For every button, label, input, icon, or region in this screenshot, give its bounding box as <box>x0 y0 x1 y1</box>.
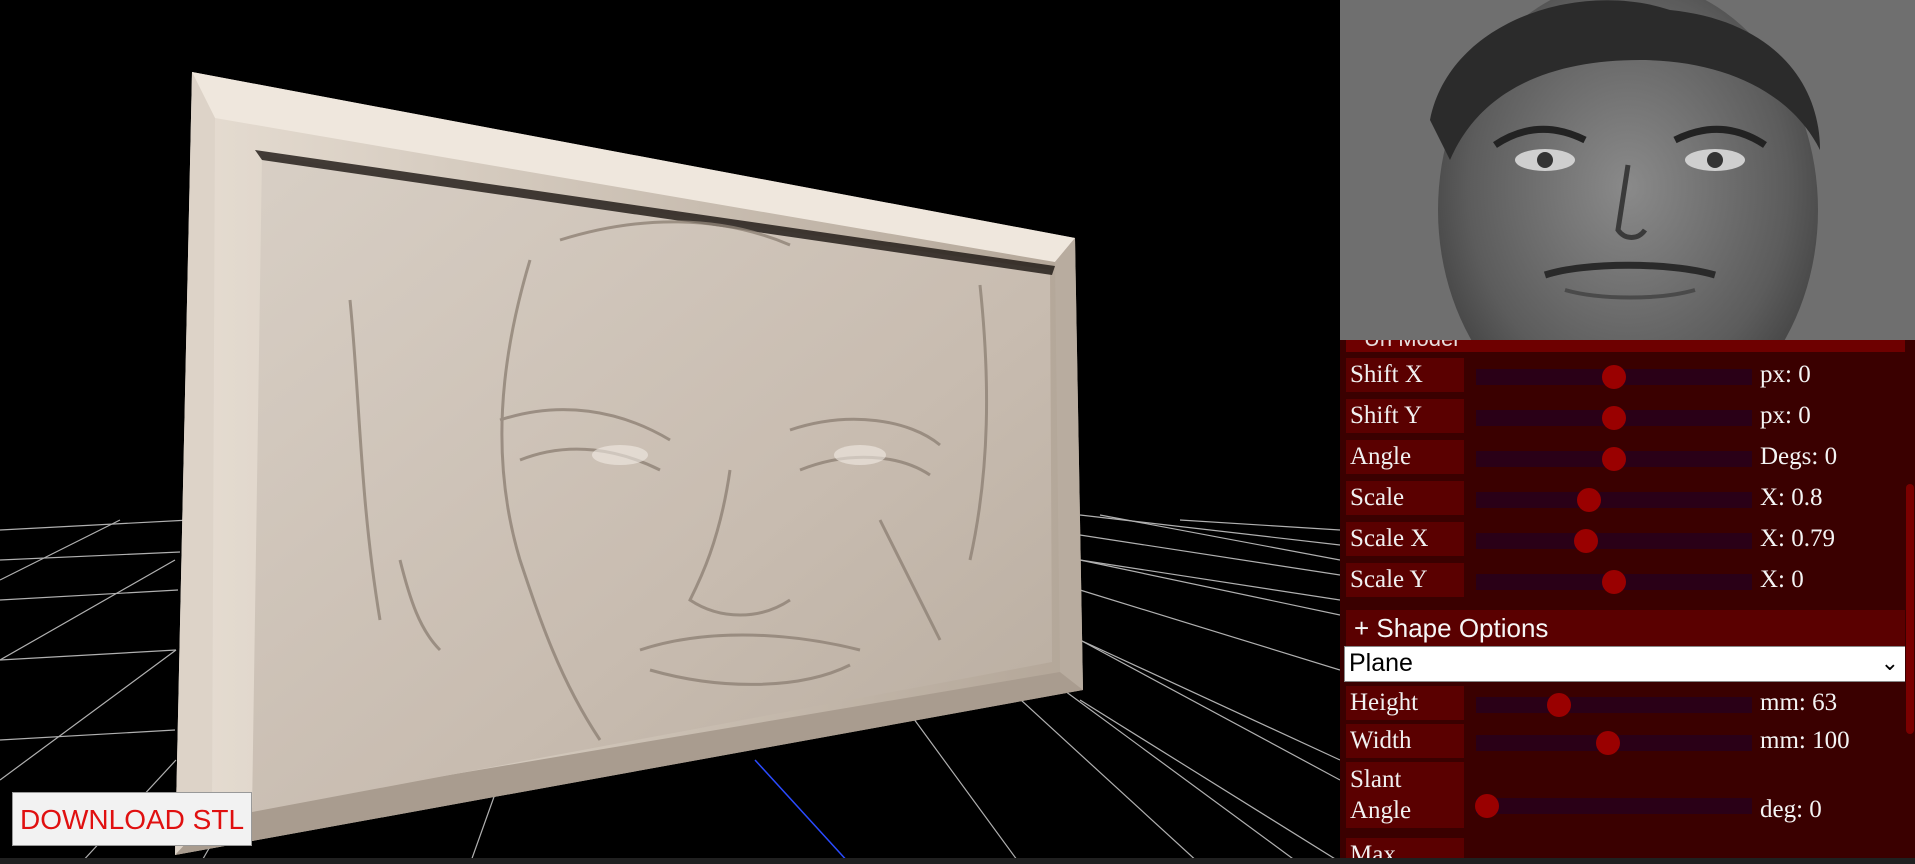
slider-track[interactable] <box>1476 529 1752 553</box>
slider-label: Slant Angle <box>1346 762 1464 828</box>
3d-scene <box>0 72 1340 864</box>
slider-value: px: 0 <box>1760 402 1811 429</box>
slider-thumb[interactable] <box>1602 406 1626 430</box>
slider-label: Scale <box>1346 481 1464 515</box>
slider-track[interactable] <box>1475 794 1752 818</box>
download-stl-button[interactable]: DOWNLOAD STL <box>12 792 252 846</box>
slider-thumb[interactable] <box>1602 447 1626 471</box>
slider-thumb[interactable] <box>1602 365 1626 389</box>
slider-value: X: 0 <box>1760 566 1804 593</box>
portrait-image <box>1340 0 1915 340</box>
slider-track[interactable] <box>1476 406 1752 430</box>
slider-value: px: 0 <box>1760 361 1811 388</box>
shape-select-value: Plane <box>1349 649 1413 677</box>
slider-track[interactable] <box>1476 693 1752 717</box>
slider-thumb[interactable] <box>1475 794 1500 818</box>
slider-track[interactable] <box>1476 365 1752 389</box>
slider-label: Shift Y <box>1346 399 1464 433</box>
slider-value: mm: 100 <box>1760 727 1850 754</box>
slider-thumb[interactable] <box>1577 488 1602 512</box>
axis-line <box>754 759 851 864</box>
slider-thumb[interactable] <box>1602 570 1626 594</box>
slider-label: Scale X <box>1346 522 1464 556</box>
model-section-header[interactable]: Un Model <box>1346 340 1906 352</box>
slider-row: Width mm: 100 <box>1346 724 1906 762</box>
side-panel: Un Model Shift X px: 0 Shift Y px: 0 Angle De… <box>1340 0 1915 864</box>
slider-track[interactable] <box>1476 570 1752 594</box>
bottom-strip <box>0 858 1915 864</box>
slider-value: mm: 63 <box>1760 689 1838 716</box>
slider-row: Height mm: 63 <box>1346 686 1906 724</box>
slider-row: Scale Y X: 0 <box>1346 563 1906 601</box>
slider-row: Shift Y px: 0 <box>1346 399 1906 437</box>
slider-row: Angle Degs: 0 <box>1346 440 1906 478</box>
slider-row: Scale X: 0.8 <box>1346 481 1906 519</box>
slider-label: Shift X <box>1346 358 1464 392</box>
panel-scrollbar[interactable] <box>1905 340 1915 864</box>
scrollbar-thumb[interactable] <box>1906 484 1914 734</box>
slider-label: Height <box>1346 686 1464 720</box>
source-image-preview <box>1340 0 1915 340</box>
slider-thumb[interactable] <box>1596 731 1621 755</box>
3d-viewport[interactable]: DOWNLOAD STL <box>0 0 1340 864</box>
slider-value: deg: 0 <box>1760 796 1822 823</box>
slider-row: Slant Angle deg: 0 <box>1346 762 1906 832</box>
slider-label: Angle <box>1346 440 1464 474</box>
shape-options-header[interactable]: + Shape Options <box>1346 610 1906 646</box>
slider-label: Width <box>1346 724 1464 758</box>
slider-track[interactable] <box>1476 731 1752 755</box>
slider-value: Degs: 0 <box>1760 443 1838 470</box>
slider-thumb[interactable] <box>1574 529 1599 553</box>
controls-panel: Un Model Shift X px: 0 Shift Y px: 0 Angle De… <box>1340 340 1915 864</box>
slider-thumb[interactable] <box>1546 693 1571 717</box>
slider-row: Scale X X: 0.79 <box>1346 522 1906 560</box>
chevron-down-icon: ⌄ <box>1880 650 1899 675</box>
slider-value: X: 0.79 <box>1760 525 1835 552</box>
slider-row: Shift X px: 0 <box>1346 358 1906 396</box>
shape-select[interactable]: Plane ⌄ <box>1344 646 1906 682</box>
slider-track[interactable] <box>1476 447 1752 471</box>
slider-track[interactable] <box>1476 488 1752 512</box>
slider-value: X: 0.8 <box>1760 484 1823 511</box>
slider-label: Scale Y <box>1346 563 1464 597</box>
